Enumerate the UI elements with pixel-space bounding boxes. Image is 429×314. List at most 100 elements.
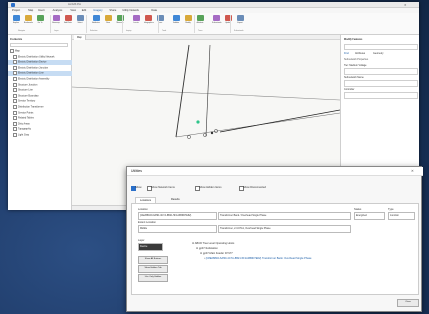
- contents-layer-item[interactable]: Related Tables: [8, 116, 77, 121]
- map-line-feature[interactable]: [175, 44, 190, 138]
- ribbon-button-modify[interactable]: Modify: [184, 15, 192, 28]
- ribbon: Explore Bookmarks Go To Basemap Add Data Sele…: [8, 13, 419, 35]
- layer-visibility-checkbox[interactable]: [13, 77, 17, 81]
- pane-search-input[interactable]: [344, 44, 418, 50]
- status-field[interactable]: Energized: [354, 212, 385, 220]
- ribbon-button-go-to[interactable]: Go To: [36, 15, 44, 28]
- ribbon-button-label: Attributes: [92, 22, 100, 24]
- selected-device-point[interactable]: [196, 120, 200, 124]
- map-line-feature[interactable]: [72, 86, 340, 101]
- ribbon-separator: [122, 15, 123, 33]
- asset-field[interactable]: Transformer Bank / Overhead Single Phase: [218, 212, 351, 220]
- pane-field-subnetwork: Subnetwork Name: [344, 76, 364, 79]
- layer-visibility-checkbox[interactable]: [13, 105, 17, 109]
- ribbon-button-validate[interactable]: Validate: [172, 15, 180, 28]
- tree-node[interactable]: ⊟ gp07-Main Feeder 07/177: [200, 252, 233, 255]
- contents-layer-item[interactable]: Structure Line: [8, 88, 77, 93]
- toolbar-check-label: Show Network Items: [151, 186, 175, 189]
- controller-input[interactable]: [344, 92, 418, 99]
- layer-label: Dirty Areas: [18, 122, 30, 126]
- locations-tab-panel: Location {CE2881D0-9A5D-4C7A-8B21-5F1A3B…: [131, 203, 419, 295]
- layer-visibility-checkbox[interactable]: [13, 71, 17, 76]
- layer-visibility-checkbox[interactable]: [13, 127, 17, 132]
- show-all-buttons-button[interactable]: Show All Buttons: [138, 256, 168, 264]
- pane-tab-attributes[interactable]: Attributes: [355, 52, 365, 55]
- use-only-hidden-button[interactable]: Use Only Hidden: [138, 274, 168, 282]
- layer-visibility-checkbox[interactable]: [13, 116, 17, 121]
- ribbon-button-add-data[interactable]: Add Data: [64, 15, 72, 28]
- contents-layer-item[interactable]: Electric Distribution Utility Network: [8, 54, 77, 60]
- ribbon-button-label: Add Data: [64, 22, 72, 24]
- contents-layer-item[interactable]: Light Gray: [8, 133, 77, 138]
- ribbon-group-label: Selection: [90, 30, 98, 32]
- layer-visibility-checkbox[interactable]: [10, 49, 14, 53]
- ribbon-button-infographics[interactable]: Infographics: [144, 15, 154, 28]
- junction-point[interactable]: [210, 131, 214, 135]
- ribbon-separator: [194, 15, 195, 33]
- contents-layer-item[interactable]: Map: [8, 49, 74, 54]
- pane-title: Modify Features: [344, 38, 363, 41]
- layer-visibility-checkbox[interactable]: [13, 60, 17, 65]
- ribbon-button-export[interactable]: Export: [236, 15, 244, 28]
- layer-visibility-checkbox[interactable]: [13, 99, 17, 104]
- close-button[interactable]: Close: [397, 299, 419, 307]
- ribbon-button-locate[interactable]: Locate: [132, 15, 140, 28]
- locate-icon: [132, 15, 140, 21]
- ribbon-button-label: Clear: [105, 22, 111, 24]
- layer-dropdown[interactable]: Device: [138, 243, 163, 251]
- ribbon-group-label: Tools: [162, 30, 167, 32]
- tree-node[interactable]: ⊟ gp07-Substation: [196, 247, 218, 250]
- tier-input[interactable]: [344, 68, 418, 75]
- layer-visibility-checkbox[interactable]: [13, 93, 17, 98]
- layer-visibility-checkbox[interactable]: [13, 110, 17, 115]
- go-to-icon: [36, 15, 44, 21]
- contents-layer-item[interactable]: Structure Boundary: [8, 93, 77, 99]
- ribbon-separator: [230, 15, 231, 33]
- tree-node[interactable]: ⊟ ABCD Tree Level Operating Hosts: [192, 242, 234, 245]
- ribbon-button-label: Explore: [12, 22, 20, 24]
- ribbon-button-attribute[interactable]: Attribute: [196, 15, 204, 28]
- contents-layer-item[interactable]: Structure Junction: [8, 82, 77, 88]
- contents-layer-item[interactable]: Electric Distribution Assembly: [8, 77, 77, 82]
- contents-layer-item[interactable]: Distribution Transformer: [8, 105, 77, 110]
- layer-visibility-checkbox[interactable]: [13, 54, 17, 59]
- contents-layer-item[interactable]: Electric Distribution Junction: [8, 65, 77, 71]
- ribbon-button-explore[interactable]: Explore: [12, 15, 20, 28]
- dialog-close-icon[interactable]: ✕: [411, 169, 414, 173]
- ribbon-button-label: Subnetwork: [212, 22, 222, 24]
- tree-node[interactable]: • {C8E2881D-6A5D-4C7A-8B21-5F1A3B9D7E62}…: [204, 257, 311, 260]
- extent-field[interactable]: Middle: [138, 225, 217, 233]
- layer-visibility-checkbox[interactable]: [13, 121, 17, 126]
- show-hidden-tab-button[interactable]: Show Hidden Tab: [138, 265, 168, 273]
- layer-visibility-checkbox[interactable]: [13, 88, 17, 93]
- subnetwork-input[interactable]: [344, 80, 418, 87]
- layer-visibility-checkbox[interactable]: [13, 82, 17, 87]
- location-field[interactable]: {CE2881D0-9A5D-4C7A-8B21-5F1A3B9D7E62}: [138, 212, 217, 220]
- contents-layer-item[interactable]: Electric Distribution Device: [8, 60, 77, 65]
- type-field[interactable]: Junction: [388, 212, 415, 220]
- ribbon-button-basemap[interactable]: Basemap: [52, 15, 60, 28]
- pane-tab-find[interactable]: Find: [344, 52, 349, 55]
- contents-layer-item[interactable]: Electric Distribution Line: [8, 71, 77, 76]
- close-window-icon[interactable]: ✕: [404, 3, 407, 7]
- ribbon-button-clear[interactable]: Clear: [104, 15, 112, 28]
- ribbon-button-select[interactable]: Select: [76, 15, 84, 28]
- map-line-feature[interactable]: [205, 44, 211, 137]
- extent-asset-field[interactable]: Transformer, 2-3-67A1, Overhead Single P…: [218, 225, 351, 233]
- junction-point[interactable]: [187, 135, 191, 139]
- contents-layer-item[interactable]: Service Territory: [8, 99, 77, 104]
- pane-tab-geometry[interactable]: Geometry: [373, 52, 384, 55]
- ribbon-button-bookmarks[interactable]: Bookmarks: [24, 15, 33, 28]
- layer-visibility-checkbox[interactable]: [13, 133, 17, 137]
- ribbon-button-attributes[interactable]: Attributes: [92, 15, 100, 28]
- contents-layer-item[interactable]: Dirty Areas: [8, 121, 77, 127]
- layer-visibility-checkbox[interactable]: [13, 65, 17, 70]
- modify-icon: [184, 15, 192, 21]
- contents-layer-item[interactable]: Service Points: [8, 110, 77, 116]
- map-line-feature[interactable]: [219, 109, 340, 133]
- contents-search-input[interactable]: [10, 43, 68, 47]
- attribute-icon: [196, 15, 204, 21]
- basemap-icon: [52, 15, 60, 21]
- contents-layer-item[interactable]: Topographic: [8, 127, 77, 132]
- ribbon-button-subnetwork[interactable]: Subnetwork: [212, 15, 222, 28]
